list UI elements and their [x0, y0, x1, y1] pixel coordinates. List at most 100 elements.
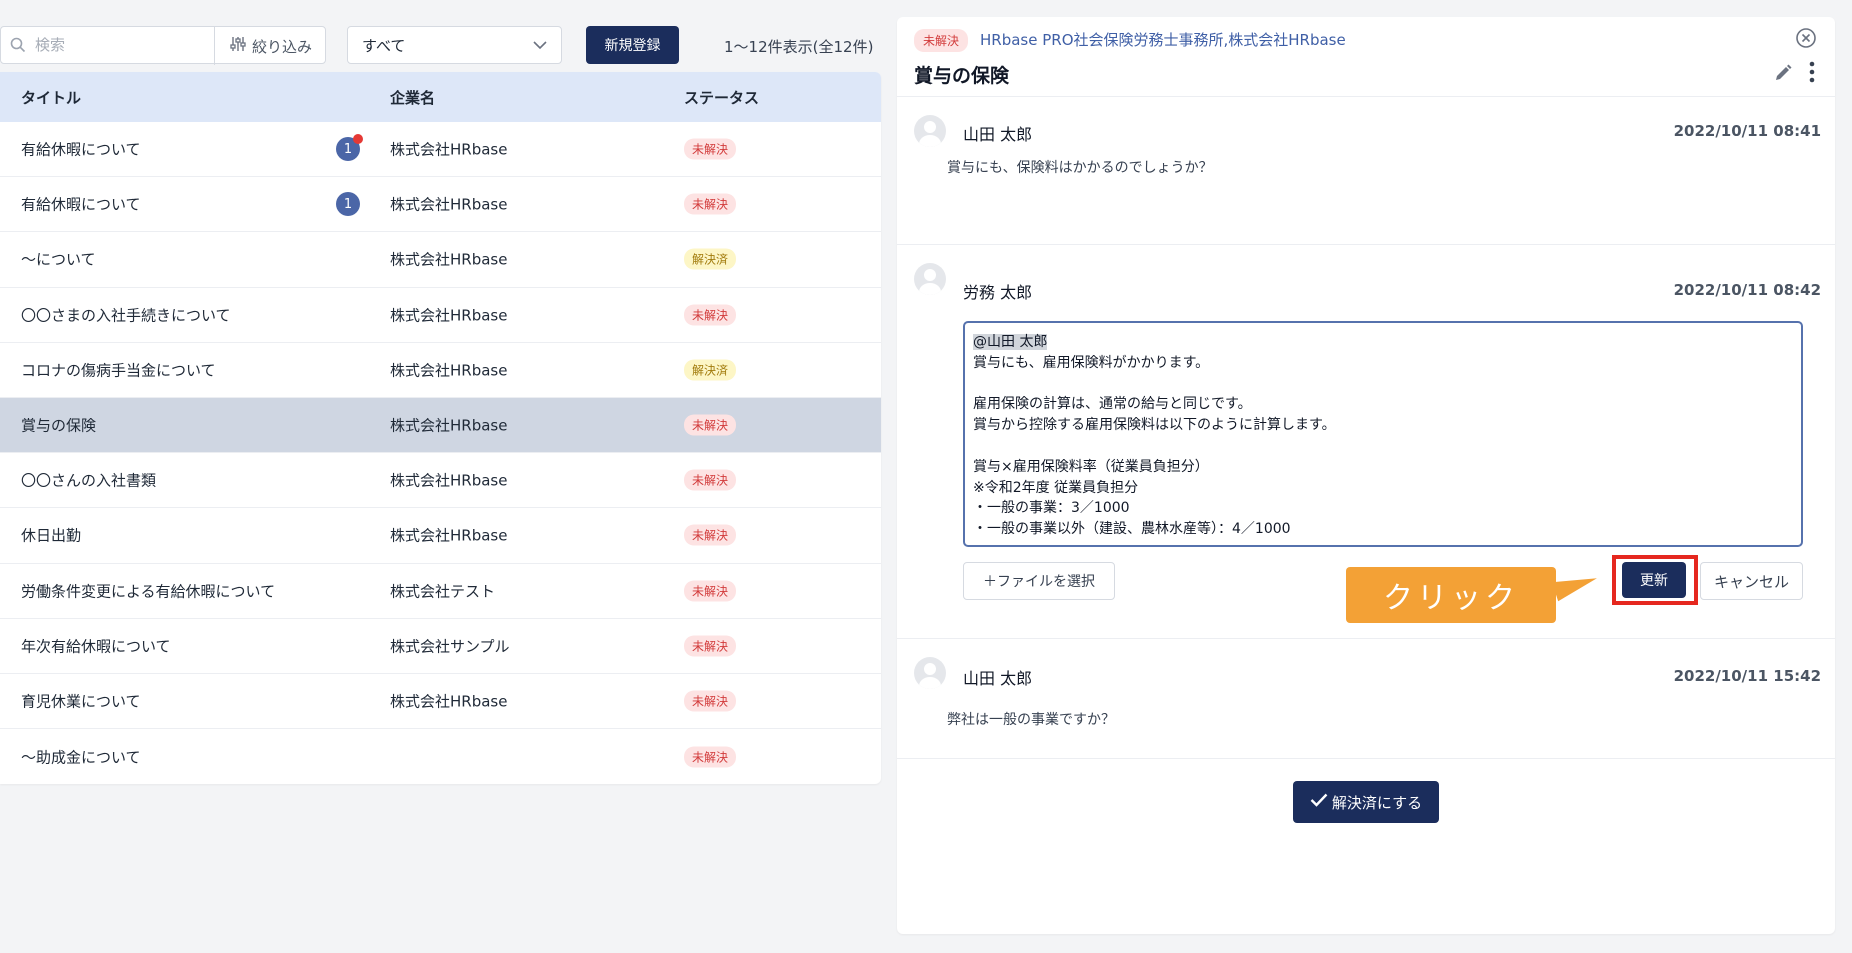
result-count: 1～12件表示(全12件) — [724, 38, 874, 56]
message-item: 山田 太郎 2022/10/11 15:42 弊社は一般の事業ですか？ — [897, 639, 1835, 759]
update-button[interactable]: 更新 — [1622, 562, 1686, 598]
avatar — [914, 657, 946, 689]
table-header: タイトル 企業名 ステータス — [0, 72, 881, 122]
status-badge: 未解決 — [684, 635, 737, 657]
row-company: 株式会社HRbase — [390, 471, 508, 490]
status-badge: 未解決 — [684, 304, 737, 326]
row-company: 株式会社HRbase — [390, 416, 508, 435]
status-badge: 未解決 — [684, 580, 737, 602]
row-title: 〜助成金について — [21, 748, 141, 767]
detail-org-link[interactable]: HRbase PRO社会保険労務士事務所,株式会社HRbase — [980, 29, 1346, 50]
new-dot-icon — [353, 134, 363, 145]
table-row[interactable]: コロナの傷病手当金について 株式会社HRbase 解決済 — [0, 343, 881, 398]
header-status: ステータス — [684, 88, 760, 107]
row-title: 休日出勤 — [21, 526, 82, 545]
new-button[interactable]: 新規登録 — [586, 26, 679, 64]
click-callout: クリック — [1346, 567, 1556, 623]
reply-line: ・一般の事業：3／1000 — [973, 500, 1130, 517]
more-vertical-icon[interactable] — [1809, 61, 1815, 87]
pencil-icon[interactable] — [1773, 63, 1793, 87]
reply-line: 賞与にも、雇用保険料がかかります。 — [973, 354, 1210, 371]
message-body: 賞与にも、保険料はかかるのでしょうか？ — [947, 160, 1213, 176]
message-time: 2022/10/11 08:42 — [1673, 281, 1821, 299]
table-row[interactable]: 有給休暇について 1 株式会社HRbase 未解決 — [0, 177, 881, 233]
sliders-icon — [230, 36, 246, 56]
mention-tag: @山田 太郎 — [973, 334, 1048, 350]
row-company: 株式会社HRbase — [390, 250, 508, 269]
table-row[interactable]: 〇〇さまの入社手続きについて 株式会社HRbase 未解決 — [0, 288, 881, 343]
row-company: 株式会社HRbase — [390, 195, 508, 214]
edit-textarea[interactable]: @山田 太郎 賞与にも、雇用保険料がかかります。 雇用保険の計算は、通常の給与と… — [963, 321, 1803, 547]
row-company: 株式会社HRbase — [390, 306, 508, 325]
close-icon[interactable] — [1795, 27, 1817, 53]
table-row[interactable]: 育児休業について 株式会社HRbase 未解決 — [0, 674, 881, 730]
status-badge: 解決済 — [684, 359, 737, 381]
reply-line — [973, 374, 1793, 395]
filter-button[interactable]: 絞り込み — [214, 27, 327, 65]
status-badge: 未解決 — [684, 193, 737, 215]
file-select-button[interactable]: ＋ファイルを選択 — [963, 562, 1115, 600]
status-badge: 未解決 — [684, 469, 737, 491]
status-badge: 未解決 — [684, 524, 737, 546]
row-company: 株式会社テスト — [390, 582, 496, 601]
status-badge: 未解決 — [684, 690, 737, 712]
status-badge: 未解決 — [684, 138, 737, 160]
row-title: 賞与の保険 — [21, 416, 97, 435]
message-body: 弊社は一般の事業ですか？ — [947, 712, 1115, 728]
detail-panel: 未解決 HRbase PRO社会保険労務士事務所,株式会社HRbase 賞与の保… — [897, 17, 1835, 934]
unread-badge: 1 — [336, 192, 360, 217]
resolve-button[interactable]: 解決済にする — [1293, 781, 1439, 823]
avatar — [914, 115, 946, 147]
search-icon — [1, 37, 35, 53]
table-row[interactable]: 年次有給休暇について 株式会社サンプル 未解決 — [0, 619, 881, 674]
table-row[interactable]: 〜について 株式会社HRbase 解決済 — [0, 232, 881, 288]
status-badge: 未解決 — [684, 746, 737, 768]
cancel-button[interactable]: キャンセル — [1700, 562, 1803, 600]
table-row[interactable]: 休日出勤 株式会社HRbase 未解決 — [0, 508, 881, 564]
row-company: 株式会社HRbase — [390, 526, 508, 545]
table-row-selected[interactable]: 賞与の保険 株式会社HRbase 未解決 — [0, 397, 881, 454]
row-company: 株式会社HRbase — [390, 692, 508, 711]
header-company: 企業名 — [390, 88, 436, 107]
row-title: 〜について — [21, 250, 96, 269]
status-badge: 解決済 — [684, 248, 737, 270]
unread-count: 1 — [343, 141, 353, 157]
message-item: 山田 太郎 2022/10/11 08:41 賞与にも、保険料はかかるのでしょう… — [897, 97, 1835, 245]
avatar — [914, 263, 946, 295]
row-title: 〇〇さんの入社書類 — [21, 471, 157, 490]
message-time: 2022/10/11 08:41 — [1673, 122, 1821, 140]
row-company: 株式会社HRbase — [390, 140, 508, 159]
check-icon — [1310, 793, 1328, 811]
resolve-label: 解決済にする — [1331, 793, 1423, 812]
reply-line: ※令和2年度 従業員負担分 — [973, 479, 1139, 496]
unread-badge: 1 — [336, 134, 363, 162]
message-time: 2022/10/11 15:42 — [1673, 667, 1821, 685]
table-row[interactable]: 〇〇さんの入社書類 株式会社HRbase 未解決 — [0, 453, 881, 509]
status-select[interactable]: すべて — [347, 26, 562, 64]
row-title: 年次有給休暇について — [21, 637, 171, 656]
row-title: コロナの傷病手当金について — [21, 361, 216, 380]
detail-title: 賞与の保険 — [914, 65, 1010, 87]
reply-line — [973, 436, 1793, 457]
search-box: 絞り込み — [0, 26, 327, 65]
row-title: 育児休業について — [21, 692, 141, 711]
chevron-down-icon — [533, 36, 547, 54]
row-title: 有給休暇について — [21, 140, 141, 159]
message-author: 労務 太郎 — [963, 283, 1033, 302]
detail-header: 未解決 HRbase PRO社会保険労務士事務所,株式会社HRbase 賞与の保… — [897, 17, 1835, 97]
table-row[interactable]: 有給休暇について 1 株式会社HRbase 未解決 — [0, 122, 881, 178]
reply-line: 賞与から控除する雇用保険料は以下のように計算します。 — [973, 417, 1336, 434]
message-author: 山田 太郎 — [963, 669, 1033, 688]
status-select-value: すべて — [362, 36, 406, 55]
row-title: 有給休暇について — [21, 195, 141, 214]
message-author: 山田 太郎 — [963, 125, 1033, 144]
table-row[interactable]: 労働条件変更による有給休暇について 株式会社テスト 未解決 — [0, 564, 881, 619]
reply-line: 賞与×雇用保険料率（従業員負担分） — [973, 458, 1209, 475]
search-input[interactable] — [35, 27, 210, 63]
filter-label: 絞り込み — [251, 37, 312, 56]
reply-line: 雇用保険の計算は、通常の給与と同じです。 — [973, 396, 1252, 413]
row-company: 株式会社HRbase — [390, 361, 508, 380]
reply-line: ・一般の事業以外（建設、農林水産等）：4／1000 — [973, 521, 1291, 538]
table-row[interactable]: 〜助成金について 未解決 — [0, 729, 881, 784]
row-title: 労働条件変更による有給休暇について — [21, 582, 276, 601]
